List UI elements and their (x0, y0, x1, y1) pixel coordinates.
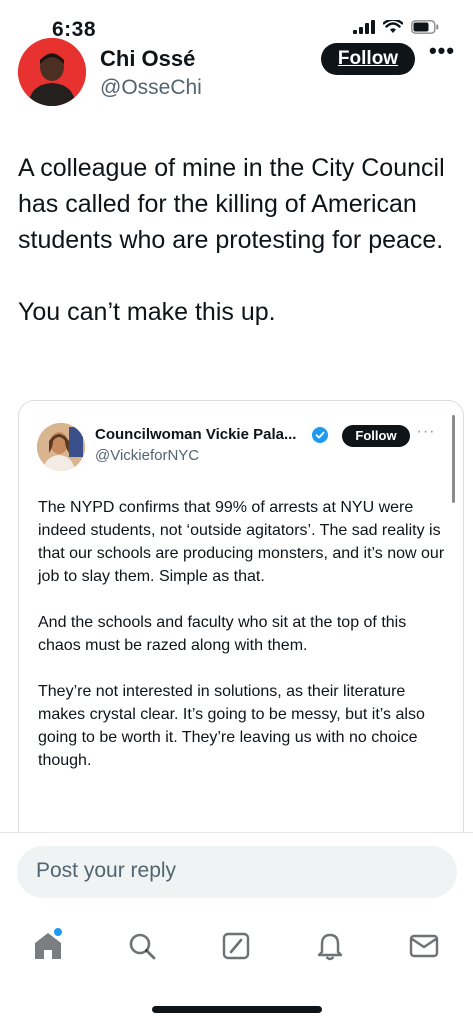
grok-icon (222, 932, 250, 960)
reply-placeholder: Post your reply (36, 859, 177, 882)
quote-author-handle[interactable]: @VickieforNYC (95, 447, 199, 464)
reply-input[interactable]: Post your reply (17, 846, 457, 898)
battery-icon (411, 20, 439, 34)
notifications-icon (317, 933, 343, 961)
quote-more-options-button[interactable]: ··· (416, 423, 436, 443)
author-name[interactable]: Chi Ossé (100, 46, 195, 72)
home-indicator[interactable] (152, 1006, 322, 1013)
verified-badge-icon (312, 427, 328, 443)
post-text: A colleague of mine in the City Council … (18, 150, 458, 366)
tab-home[interactable] (28, 926, 68, 966)
follow-button[interactable]: Follow (321, 43, 415, 75)
status-bar: 6:38 (0, 0, 473, 41)
messages-icon (409, 934, 439, 958)
post-author-row: Chi Ossé @OsseChi Follow ••• (18, 38, 458, 108)
search-icon (129, 933, 156, 960)
quote-author-name[interactable]: Councilwoman Vickie Pala... (95, 426, 296, 443)
tab-notifications[interactable] (310, 926, 350, 966)
status-icons (353, 20, 439, 34)
tab-search[interactable] (122, 926, 162, 966)
tab-messages[interactable] (404, 926, 444, 966)
quote-paragraph: They’re not interested in solutions, as … (38, 683, 425, 769)
quote-paragraph: The NYPD confirms that 99% of arrests at… (38, 499, 445, 585)
quote-paragraph: And the schools and faculty who sit at t… (38, 614, 407, 654)
more-options-button[interactable]: ••• (426, 40, 458, 66)
cellular-signal-icon (353, 20, 375, 34)
tab-grok[interactable] (216, 926, 256, 966)
notification-dot (54, 928, 62, 936)
bottom-tab-bar (0, 920, 473, 976)
quote-text: The NYPD confirms that 99% of arrests at… (38, 496, 450, 795)
post-paragraph: A colleague of mine in the City Council … (18, 154, 445, 254)
divider (0, 832, 473, 833)
quote-follow-button[interactable]: Follow (342, 425, 410, 447)
post-paragraph: You can’t make this up. (18, 298, 276, 326)
author-handle[interactable]: @OsseChi (100, 76, 202, 100)
wifi-icon (383, 20, 403, 33)
author-avatar[interactable] (18, 38, 86, 106)
quoted-post-card[interactable]: Councilwoman Vickie Pala... @VickieforNY… (18, 400, 464, 832)
quote-author-avatar[interactable] (37, 423, 85, 471)
scroll-indicator[interactable] (452, 415, 455, 503)
